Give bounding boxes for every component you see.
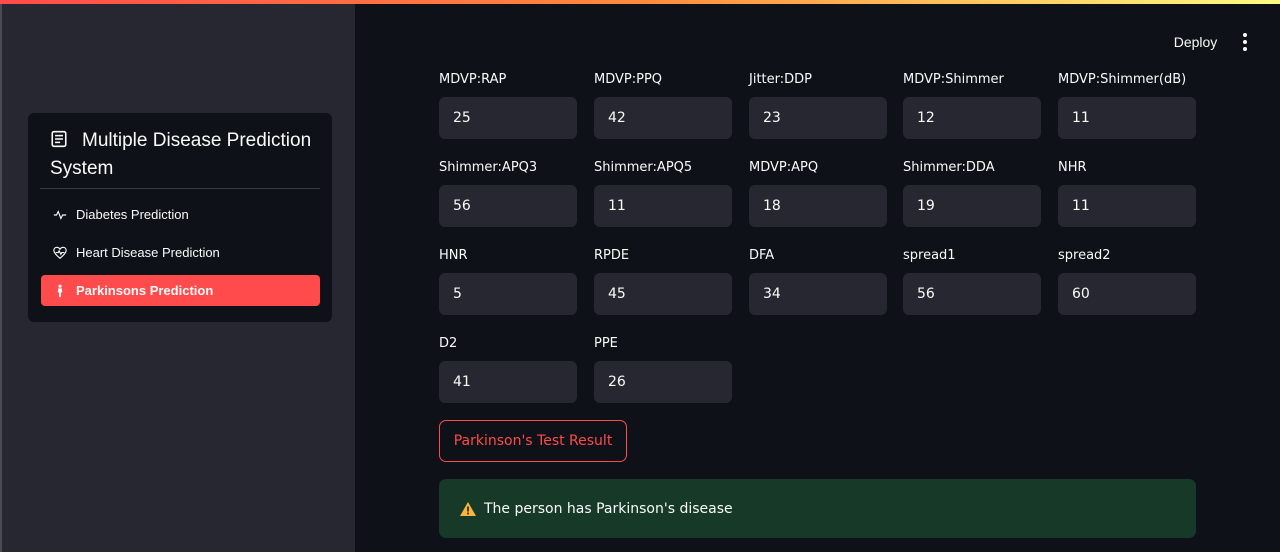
field-input[interactable] <box>1058 273 1196 315</box>
field-input[interactable] <box>1058 97 1196 139</box>
field-rpde: RPDE <box>594 248 732 315</box>
menu-item-parkinsons[interactable]: Parkinsons Prediction <box>41 275 320 306</box>
field-input[interactable] <box>903 185 1041 227</box>
result-alert: The person has Parkinson's disease <box>439 479 1196 538</box>
field-shimmer-dda: Shimmer:DDA <box>903 160 1041 227</box>
warning-icon <box>460 501 476 516</box>
field-label: MDVP:PPQ <box>594 72 663 87</box>
field-input[interactable] <box>749 97 887 139</box>
field-label: Shimmer:APQ5 <box>594 160 693 175</box>
menu-item-heart-disease[interactable]: Heart Disease Prediction <box>41 237 320 268</box>
field-mdvp-ppq: MDVP:PPQ <box>594 72 732 139</box>
field-label: MDVP:APQ <box>749 160 819 175</box>
person-icon <box>57 284 63 297</box>
field-label: Shimmer:APQ3 <box>439 160 538 175</box>
menu-divider <box>40 188 320 189</box>
menu-title-text: Multiple Disease Prediction System <box>50 130 312 179</box>
field-shimmer-apq5: Shimmer:APQ5 <box>594 160 732 227</box>
field-input[interactable] <box>594 361 732 403</box>
field-hnr: HNR <box>439 248 577 315</box>
field-label: MDVP:Shimmer(dB) <box>1058 72 1187 87</box>
field-input[interactable] <box>439 185 577 227</box>
activity-icon <box>53 209 67 220</box>
field-mdvp-shimmer: MDVP:Shimmer <box>903 72 1041 139</box>
field-label: D2 <box>439 336 458 351</box>
field-input[interactable] <box>594 273 732 315</box>
field-ppe: PPE <box>594 336 732 403</box>
field-input[interactable] <box>1058 185 1196 227</box>
field-spread1: spread1 <box>903 248 1041 315</box>
field-input[interactable] <box>594 97 732 139</box>
deploy-button[interactable]: Deploy <box>1163 30 1228 54</box>
field-jitter-ddp: Jitter:DDP <box>749 72 887 139</box>
field-label: HNR <box>439 248 468 263</box>
field-mdvp-apq: MDVP:APQ <box>749 160 887 227</box>
sidebar: Multiple Disease Prediction System Diabe… <box>0 0 355 552</box>
parkinsons-test-result-button[interactable]: Parkinson's Test Result <box>439 420 627 462</box>
menu-item-label: Parkinsons Prediction <box>76 283 214 298</box>
field-label: spread2 <box>1058 248 1111 263</box>
field-input[interactable] <box>903 97 1041 139</box>
field-input[interactable] <box>749 185 887 227</box>
field-input[interactable] <box>749 273 887 315</box>
field-label: Jitter:DDP <box>749 72 812 87</box>
field-label: Shimmer:DDA <box>903 160 995 175</box>
field-label: NHR <box>1058 160 1087 175</box>
menu-item-label: Diabetes Prediction <box>76 207 189 222</box>
menu-item-label: Heart Disease Prediction <box>76 245 220 260</box>
field-shimmer-apq3: Shimmer:APQ3 <box>439 160 577 227</box>
field-mdvp-shimmer-db: MDVP:Shimmer(dB) <box>1058 72 1196 139</box>
field-label: MDVP:Shimmer <box>903 72 1004 87</box>
field-label: DFA <box>749 248 775 263</box>
heart-pulse-icon <box>53 246 67 259</box>
field-label: MDVP:RAP <box>439 72 507 87</box>
field-label: RPDE <box>594 248 630 263</box>
field-label: PPE <box>594 336 618 351</box>
field-input[interactable] <box>439 273 577 315</box>
top-decoration-bar <box>0 0 1280 4</box>
menu-title: Multiple Disease Prediction System <box>50 127 320 183</box>
field-nhr: NHR <box>1058 160 1196 227</box>
field-spread2: spread2 <box>1058 248 1196 315</box>
menu-item-diabetes[interactable]: Diabetes Prediction <box>41 199 320 230</box>
field-d2: D2 <box>439 336 577 403</box>
alert-text: The person has Parkinson's disease <box>484 500 733 517</box>
field-label: spread1 <box>903 248 956 263</box>
option-menu: Multiple Disease Prediction System Diabe… <box>28 113 332 322</box>
more-options-icon[interactable] <box>1236 30 1254 54</box>
list-card-icon <box>51 130 67 148</box>
field-input[interactable] <box>439 361 577 403</box>
field-input[interactable] <box>903 273 1041 315</box>
field-mdvp-rap: MDVP:RAP <box>439 72 577 139</box>
field-input[interactable] <box>439 97 577 139</box>
field-dfa: DFA <box>749 248 887 315</box>
field-input[interactable] <box>594 185 732 227</box>
